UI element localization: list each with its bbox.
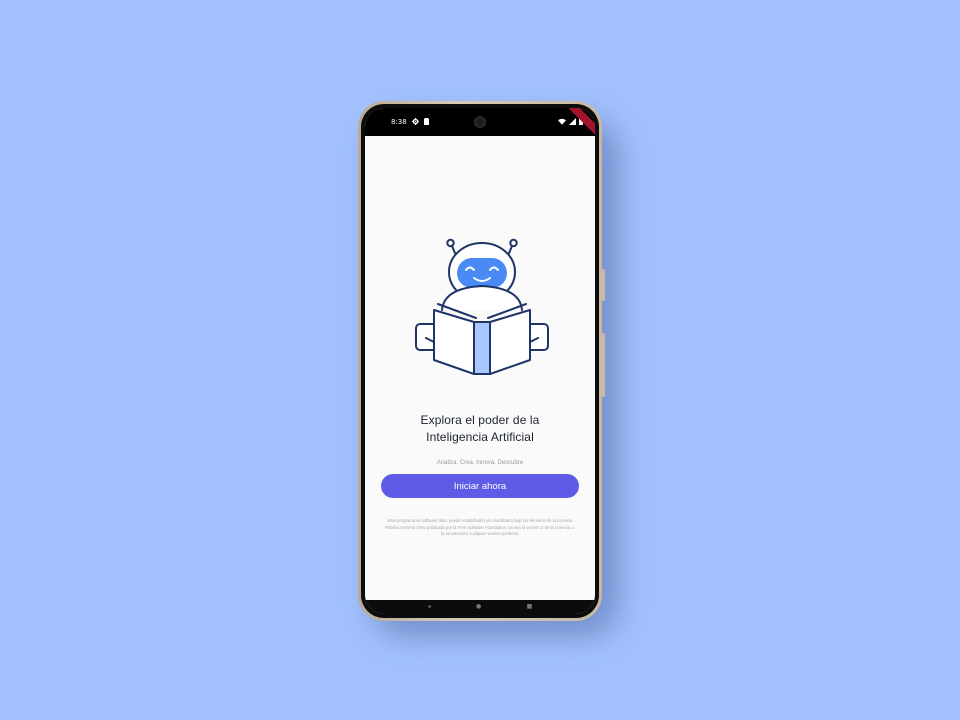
back-icon[interactable]: ◂ [428,604,431,610]
status-time: 8:38 [391,118,407,126]
volume-button [601,333,605,397]
headline-line-2: Inteligencia Artificial [426,430,534,444]
robot-reading-book-illustration [415,238,549,375]
phone-bezel: 8:38 Explora el poder de la Inteligencia… [361,104,599,618]
sim-icon [423,117,429,127]
license-disclaimer: Este programa es software libre: puede r… [385,518,575,536]
home-icon[interactable]: ● [476,604,481,610]
tagline: Analiza, Crea, Innova, Descubre [436,460,524,466]
wifi-icon [558,118,566,127]
front-camera [474,116,486,128]
recents-icon[interactable]: ■ [527,604,533,610]
power-button [601,269,605,301]
status-left: 8:38 [391,117,429,127]
start-now-button[interactable]: Iniciar ahora [381,474,579,498]
screen: 8:38 Explora el poder de la Inteligencia… [365,108,595,614]
status-bar: 8:38 [365,108,595,139]
navigation-bar: ◂ ● ■ [365,600,595,614]
headline-line-1: Explora el poder de la [420,413,540,427]
signal-icon [569,117,576,127]
settings-icon [411,117,419,127]
onboarding-content: Explora el poder de la Inteligencia Arti… [365,136,595,600]
phone-frame: 8:38 Explora el poder de la Inteligencia… [358,101,605,621]
headline: Explora el poder de la Inteligencia Arti… [375,412,585,446]
